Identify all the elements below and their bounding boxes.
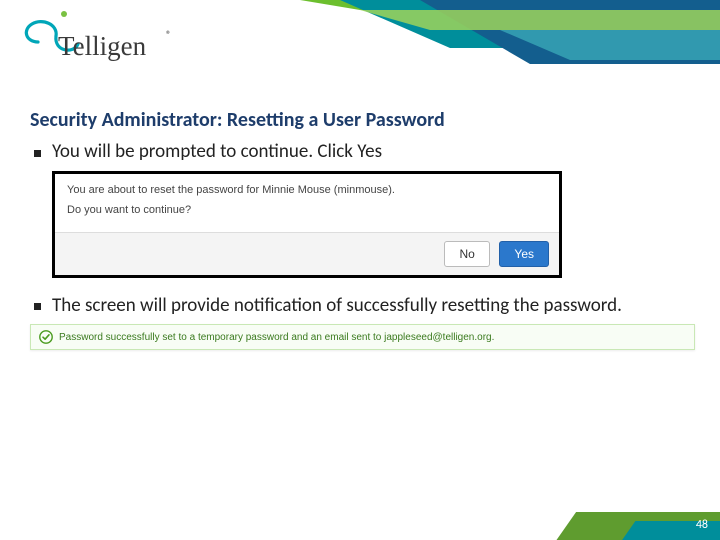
page-number: 48 (696, 518, 708, 532)
bullet-item: The screen will provide notification of … (30, 294, 695, 319)
yes-button[interactable]: Yes (499, 241, 549, 267)
dialog-footer: No Yes (55, 232, 559, 275)
check-circle-icon (39, 330, 53, 344)
slide-title: Security Administrator: Resetting a User… (30, 108, 695, 132)
bullet-item: You will be prompted to continue. Click … (30, 140, 695, 165)
telligen-logo: Telligen ® (18, 8, 188, 73)
svg-text:®: ® (166, 28, 171, 41)
bullet-text: You will be prompted to continue. Click … (52, 140, 382, 163)
success-notification: Password successfully set to a temporary… (30, 324, 695, 350)
no-button[interactable]: No (444, 241, 489, 267)
slide-footer: 48 (0, 510, 720, 540)
dialog-question: Do you want to continue? (55, 200, 559, 232)
logo-text: Telligen (58, 31, 147, 61)
notification-text: Password successfully set to a temporary… (59, 332, 494, 343)
bullet-text: The screen will provide notification of … (52, 294, 622, 317)
confirm-dialog: You are about to reset the password for … (52, 171, 562, 278)
dialog-message: You are about to reset the password for … (55, 174, 559, 200)
header-banner (300, 0, 720, 80)
